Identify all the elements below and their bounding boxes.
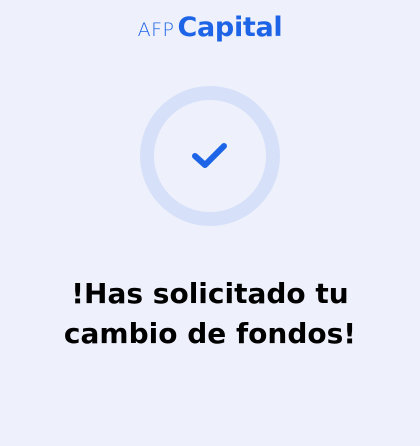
confirmation-message-line-2: cambio de fondos!	[63, 317, 357, 350]
checkmark-icon	[190, 140, 230, 172]
logo-prefix: AFP	[137, 19, 175, 41]
afp-capital-logo: AFP Capital	[0, 12, 420, 43]
logo-name: Capital	[177, 12, 283, 43]
confirmation-message: !Has solicitado tu cambio de fondos!	[20, 274, 400, 354]
success-status-ring	[140, 86, 280, 226]
confirmation-message-line-1: !Has solicitado tu	[71, 277, 349, 310]
